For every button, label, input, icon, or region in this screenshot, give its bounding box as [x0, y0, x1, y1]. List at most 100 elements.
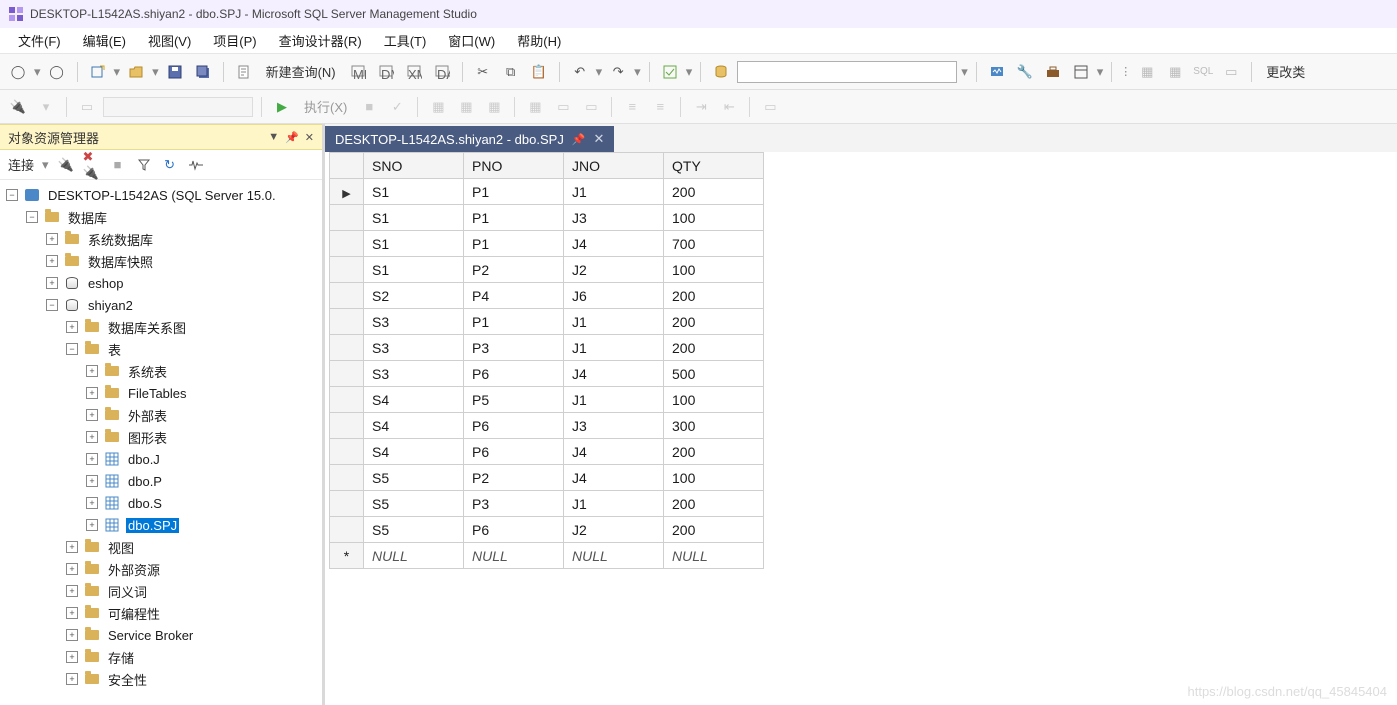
col-sno[interactable]: SNO [364, 153, 464, 179]
menu-help[interactable]: 帮助(H) [507, 29, 571, 52]
connect-label[interactable]: 连接 [8, 155, 34, 174]
cell[interactable]: 100 [664, 257, 764, 283]
menu-edit[interactable]: 编辑(E) [73, 29, 136, 52]
row-header[interactable] [330, 387, 364, 413]
cell[interactable]: J1 [564, 179, 664, 205]
cell[interactable]: J1 [564, 335, 664, 361]
tree-sys-databases[interactable]: +系统数据库 [4, 228, 320, 250]
menu-view[interactable]: 视图(V) [138, 29, 201, 52]
row-header[interactable] [330, 517, 364, 543]
cell[interactable]: 200 [664, 179, 764, 205]
cell[interactable]: 200 [664, 491, 764, 517]
cell[interactable]: 200 [664, 517, 764, 543]
save-icon[interactable] [163, 60, 187, 84]
col-qty[interactable]: QTY [664, 153, 764, 179]
cell[interactable]: P6 [464, 361, 564, 387]
execute-label[interactable]: 执行(X) [298, 97, 353, 116]
cell[interactable]: J4 [564, 465, 664, 491]
row-header[interactable] [330, 309, 364, 335]
tree-filetables[interactable]: +FileTables [4, 382, 320, 404]
cell[interactable]: P2 [464, 465, 564, 491]
paste-icon[interactable]: 📋 [527, 60, 551, 84]
new-row[interactable]: *NULLNULLNULLNULL [330, 543, 764, 569]
tree-synonyms[interactable]: +同义词 [4, 580, 320, 602]
cell[interactable]: P1 [464, 179, 564, 205]
cell[interactable]: P2 [464, 257, 564, 283]
connect-plug-icon[interactable]: 🔌 [57, 156, 75, 174]
new-project-icon[interactable] [86, 60, 110, 84]
disconnect-icon[interactable]: ✖🔌 [83, 156, 101, 174]
table-row[interactable]: S3P1J1200 [330, 309, 764, 335]
cell-null[interactable]: NULL [364, 543, 464, 569]
new-query-label[interactable]: 新建查询(N) [260, 62, 342, 81]
row-header[interactable]: * [330, 543, 364, 569]
cell[interactable]: S5 [364, 491, 464, 517]
tab-pin-icon[interactable]: 📌 [572, 133, 586, 146]
pin-icon[interactable]: 📌 [285, 131, 299, 144]
menu-project[interactable]: 项目(P) [203, 29, 266, 52]
cell[interactable]: S3 [364, 309, 464, 335]
cell[interactable]: 200 [664, 335, 764, 361]
tree-table-spj[interactable]: +dbo.SPJ [4, 514, 320, 536]
document-tab[interactable]: DESKTOP-L1542AS.shiyan2 - dbo.SPJ 📌 ✕ [325, 126, 614, 152]
table-row[interactable]: S3P6J4500 [330, 361, 764, 387]
table-row[interactable]: ▶S1P1J1200 [330, 179, 764, 205]
table-row[interactable]: S4P6J4200 [330, 439, 764, 465]
cell[interactable]: S5 [364, 465, 464, 491]
menu-file[interactable]: 文件(F) [8, 29, 71, 52]
cell[interactable]: J1 [564, 491, 664, 517]
tree-table-s[interactable]: +dbo.S [4, 492, 320, 514]
cell[interactable]: S2 [364, 283, 464, 309]
cell[interactable]: J2 [564, 517, 664, 543]
menu-query-designer[interactable]: 查询设计器(R) [269, 29, 372, 52]
cell[interactable]: 200 [664, 439, 764, 465]
cell[interactable]: S1 [364, 257, 464, 283]
cell[interactable]: P6 [464, 439, 564, 465]
tree-db-shiyan2[interactable]: −shiyan2 [4, 294, 320, 316]
row-header[interactable] [330, 257, 364, 283]
tree-table-j[interactable]: +dbo.J [4, 448, 320, 470]
cell[interactable]: P6 [464, 413, 564, 439]
tree-external-resources[interactable]: +外部资源 [4, 558, 320, 580]
row-header[interactable] [330, 413, 364, 439]
tree-db-eshop[interactable]: +eshop [4, 272, 320, 294]
cell[interactable]: P5 [464, 387, 564, 413]
cell[interactable]: S1 [364, 231, 464, 257]
xmla-icon[interactable]: XMLA [402, 60, 426, 84]
table-row[interactable]: S1P1J3100 [330, 205, 764, 231]
redo-icon[interactable]: ↷ [606, 60, 630, 84]
pulse-icon[interactable] [187, 156, 205, 174]
col-pno[interactable]: PNO [464, 153, 564, 179]
table-row[interactable]: S5P2J4100 [330, 465, 764, 491]
cell[interactable]: J3 [564, 205, 664, 231]
cell[interactable]: J4 [564, 361, 664, 387]
nav-forward-icon[interactable]: ◯ [45, 60, 69, 84]
check-icon[interactable] [658, 60, 682, 84]
dax-icon[interactable]: DAX [430, 60, 454, 84]
cell[interactable]: S3 [364, 335, 464, 361]
tree-tables[interactable]: −表 [4, 338, 320, 360]
cell[interactable]: J3 [564, 413, 664, 439]
cell[interactable]: S4 [364, 439, 464, 465]
tree-table-p[interactable]: +dbo.P [4, 470, 320, 492]
row-header[interactable]: ▶ [330, 179, 364, 205]
open-icon[interactable] [124, 60, 148, 84]
cut-icon[interactable]: ✂ [471, 60, 495, 84]
tree-server[interactable]: −DESKTOP-L1542AS (SQL Server 15.0. [4, 184, 320, 206]
tab-close-icon[interactable]: ✕ [594, 131, 605, 147]
tree-service-broker[interactable]: +Service Broker [4, 624, 320, 646]
cell[interactable]: P6 [464, 517, 564, 543]
cell[interactable]: P4 [464, 283, 564, 309]
row-header[interactable] [330, 465, 364, 491]
cell[interactable]: S1 [364, 205, 464, 231]
tree-databases[interactable]: −数据库 [4, 206, 320, 228]
cell[interactable]: 200 [664, 309, 764, 335]
cell[interactable]: S1 [364, 179, 464, 205]
activity-monitor-icon[interactable] [985, 60, 1009, 84]
cell[interactable]: 100 [664, 205, 764, 231]
cell[interactable]: S3 [364, 361, 464, 387]
database-combo[interactable] [737, 61, 957, 83]
table-row[interactable]: S5P6J2200 [330, 517, 764, 543]
tree-security[interactable]: +安全性 [4, 668, 320, 690]
cell[interactable]: J6 [564, 283, 664, 309]
